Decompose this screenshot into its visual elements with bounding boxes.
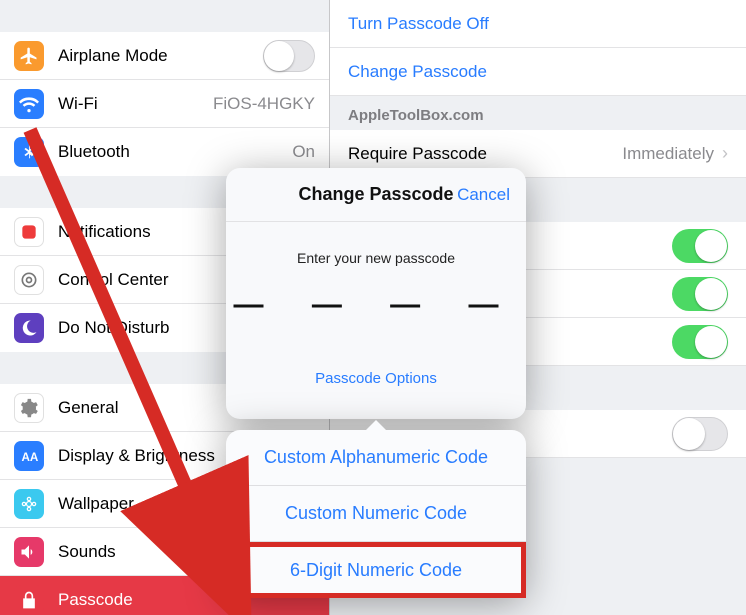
section-header: AppleToolBox.com — [330, 96, 746, 130]
gear-icon — [14, 393, 44, 423]
sidebar-item-airplane[interactable]: Airplane Mode — [0, 32, 329, 80]
airplane-icon — [14, 41, 44, 71]
lock-icon — [14, 585, 44, 615]
display-icon: AA — [14, 441, 44, 471]
wallpaper-icon — [14, 489, 44, 519]
chevron-right-icon: › — [722, 143, 728, 164]
airplane-toggle[interactable] — [263, 40, 315, 72]
popup-title: Change Passcode — [298, 184, 453, 205]
passcode-input[interactable]: — — — — — [226, 288, 526, 322]
turn-passcode-off-button[interactable]: Turn Passcode Off — [330, 0, 746, 48]
bluetooth-value: On — [292, 142, 315, 162]
require-label: Require Passcode — [348, 144, 487, 164]
toggle-3[interactable] — [672, 325, 728, 359]
toggle-2[interactable] — [672, 277, 728, 311]
change-passcode-button[interactable]: Change Passcode — [330, 48, 746, 96]
change-label: Change Passcode — [348, 62, 487, 82]
wifi-label: Wi-Fi — [58, 94, 205, 114]
svg-text:AA: AA — [22, 451, 39, 464]
option-custom-numeric[interactable]: Custom Numeric Code — [226, 486, 526, 542]
wifi-value: FiOS-4HGKY — [213, 94, 315, 114]
toggle-1[interactable] — [672, 229, 728, 263]
option-alphanumeric[interactable]: Custom Alphanumeric Code — [226, 430, 526, 486]
sound-icon — [14, 537, 44, 567]
passcode-prompt: Enter your new passcode — [226, 250, 526, 266]
passcode-options-menu: Custom Alphanumeric Code Custom Numeric … — [226, 430, 526, 598]
notifications-icon — [14, 217, 44, 247]
control-center-icon — [14, 265, 44, 295]
sidebar-item-wifi[interactable]: Wi-Fi FiOS-4HGKY — [0, 80, 329, 128]
option-six-digit[interactable]: 6-Digit Numeric Code — [226, 542, 526, 598]
bluetooth-icon — [14, 137, 44, 167]
airplane-label: Airplane Mode — [58, 46, 263, 66]
change-passcode-popup: Change Passcode Cancel Enter your new pa… — [226, 168, 526, 419]
erase-toggle[interactable] — [672, 417, 728, 451]
bluetooth-label: Bluetooth — [58, 142, 284, 162]
cancel-button[interactable]: Cancel — [457, 185, 510, 205]
passcode-options-button[interactable]: Passcode Options — [226, 370, 526, 387]
wifi-icon — [14, 89, 44, 119]
screenshot-root: Airplane Mode Wi-Fi FiOS-4HGKY Bluetooth… — [0, 0, 746, 615]
turn-off-label: Turn Passcode Off — [348, 14, 489, 34]
require-value: Immediately — [622, 144, 714, 164]
moon-icon — [14, 313, 44, 343]
